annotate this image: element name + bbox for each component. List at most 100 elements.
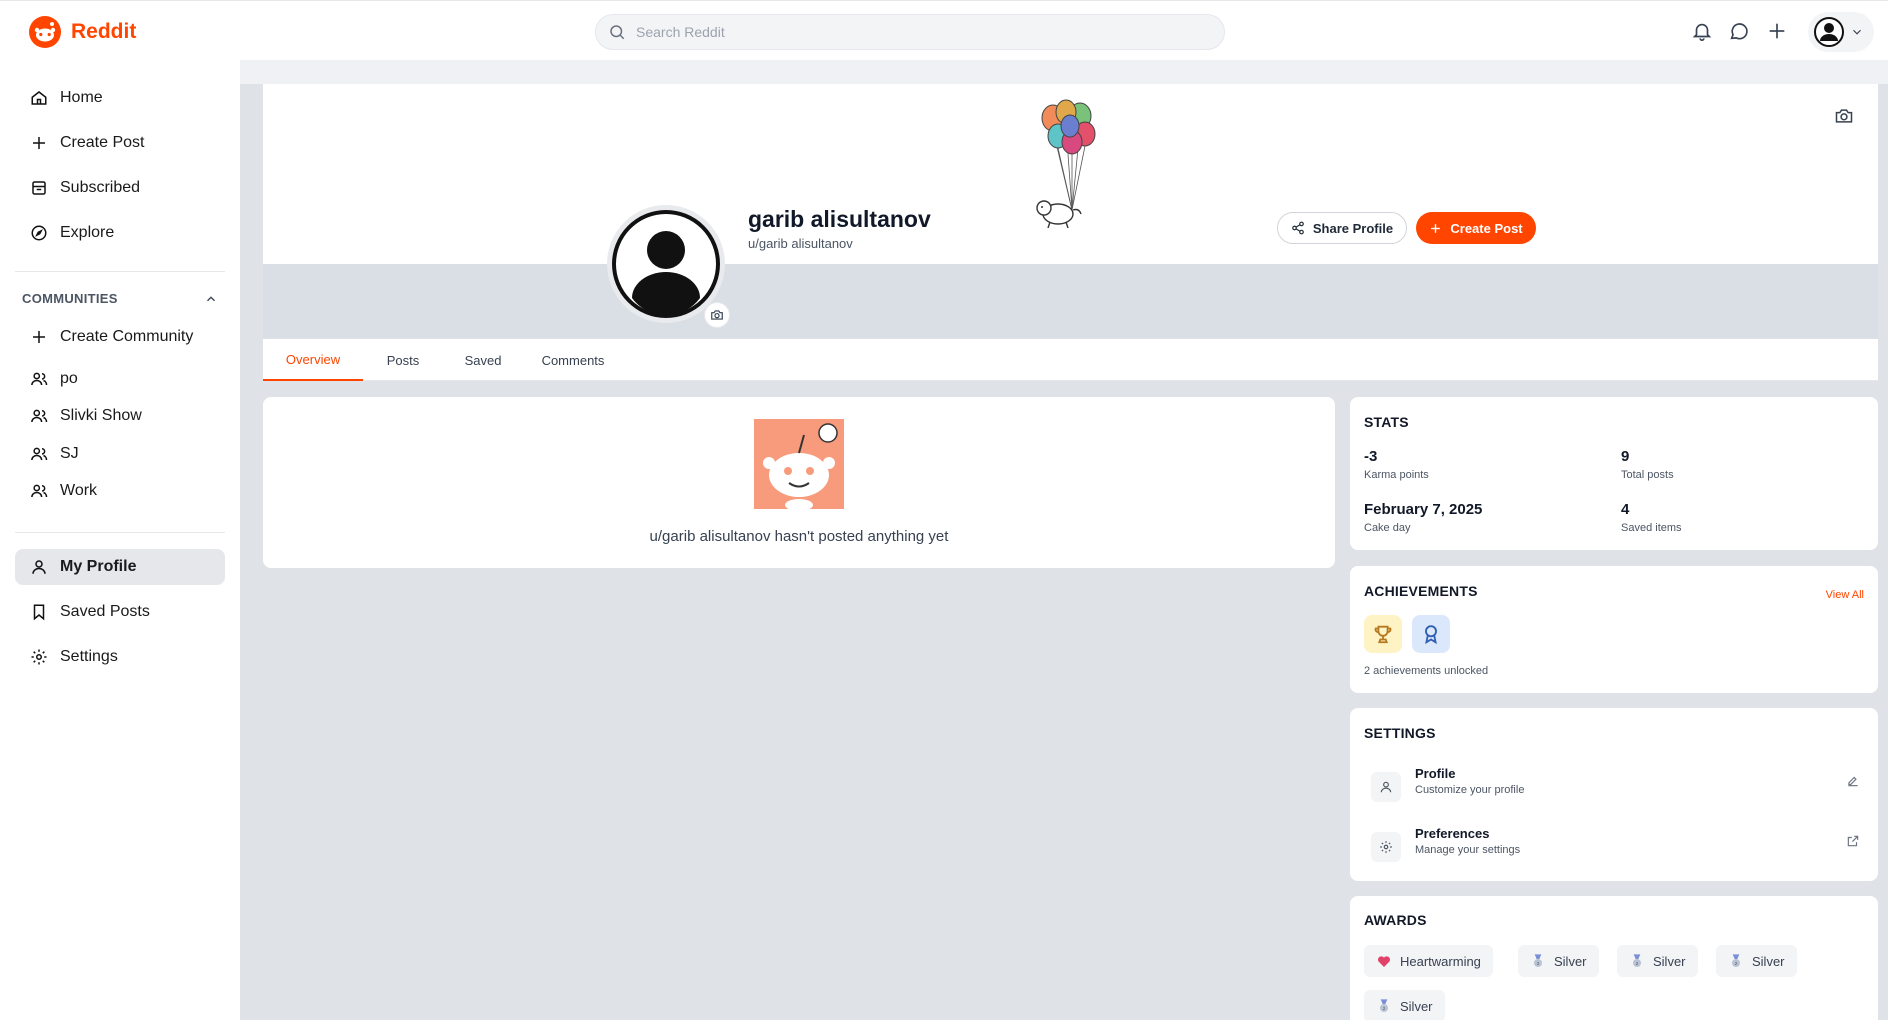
sidebar-item-label: Subscribed (60, 179, 141, 196)
sidebar-item-create-community[interactable]: Create Community (15, 319, 225, 355)
edit-icon[interactable] (1846, 774, 1860, 788)
create-post-label: Create Post (1450, 220, 1523, 236)
inbox-icon (32, 181, 46, 195)
sidebar-item-saved-posts[interactable]: Saved Posts (15, 594, 225, 630)
ribbon-achievement[interactable] (1412, 615, 1450, 653)
user-menu[interactable] (1808, 12, 1874, 52)
karma-value: -3 (1364, 448, 1378, 465)
award-label: Heartwarming (1400, 953, 1481, 969)
user-icon (32, 560, 46, 574)
avatar-camera-button[interactable] (704, 302, 730, 328)
sidebar-item-community[interactable]: Work (15, 473, 225, 509)
settings-item-preferences[interactable]: Preferences Manage your settings (1364, 824, 1864, 868)
reddit-logo[interactable]: Reddit (29, 16, 136, 48)
sidebar-item-label: Home (60, 89, 103, 106)
camera-icon[interactable] (1834, 106, 1854, 126)
sidebar-item-subscribed[interactable]: Subscribed (15, 170, 225, 206)
sidebar-item-label: Settings (60, 648, 118, 665)
award-silver[interactable]: 2 Silver (1617, 945, 1698, 977)
ribbon-icon (1425, 625, 1437, 645)
saved-items-label: Saved items (1621, 522, 1682, 534)
sidebar-item-label: po (60, 370, 78, 387)
notifications-button[interactable] (1688, 17, 1716, 45)
gear-icon (1380, 841, 1392, 853)
sidebar-item-explore[interactable]: Explore (15, 215, 225, 251)
settings-item-subtitle: Customize your profile (1415, 784, 1525, 796)
medal-icon: 2 (1732, 954, 1740, 967)
search-bar[interactable] (595, 14, 1225, 50)
cake-day-value: February 7, 2025 (1364, 501, 1483, 518)
tab-saved[interactable]: Saved (443, 339, 523, 381)
medal-icon: 2 (1380, 999, 1388, 1012)
reddit-logo-icon (29, 16, 61, 48)
search-input[interactable] (636, 24, 1196, 40)
bell-icon (1692, 23, 1712, 41)
users-icon (31, 447, 48, 461)
external-link-icon[interactable] (1846, 834, 1860, 848)
snoo-illustration (754, 419, 844, 509)
profile-tabs: Overview Posts Saved Comments (263, 339, 1878, 381)
profile-display-name: garib alisultanov (748, 206, 931, 232)
sidebar-item-label: Create Community (60, 328, 194, 345)
chevron-down-icon (1853, 29, 1861, 35)
settings-item-title: Profile (1415, 766, 1456, 781)
camera-icon (711, 310, 723, 320)
achievements-summary: 2 achievements unlocked (1364, 665, 1489, 677)
sidebar-item-community[interactable]: Slivki Show (15, 398, 225, 434)
tab-comments[interactable]: Comments (523, 339, 623, 381)
create-post-button[interactable]: Create Post (1416, 212, 1536, 244)
user-avatar-icon (612, 210, 720, 318)
achievements-title: ACHIEVEMENTS (1364, 583, 1478, 599)
settings-title: SETTINGS (1364, 725, 1436, 741)
sidebar-divider (15, 532, 225, 533)
sidebar-item-settings[interactable]: Settings (15, 639, 225, 675)
svg-text:2: 2 (1636, 961, 1639, 966)
communities-header[interactable]: COMMUNITIES (22, 291, 218, 306)
awards-card: AWARDS Heartwarming 2 Silver 2 Silver 2 … (1350, 896, 1878, 1020)
sidebar-item-label: Slivki Show (60, 407, 142, 424)
award-label: Silver (1653, 953, 1686, 969)
tab-posts[interactable]: Posts (363, 339, 443, 381)
sidebar-divider (15, 271, 225, 272)
sidebar-item-my-profile[interactable]: My Profile (15, 549, 225, 585)
view-all-link[interactable]: View All (1826, 589, 1864, 601)
gear-icon-box (1371, 832, 1401, 862)
trophy-achievement[interactable] (1364, 615, 1402, 653)
stats-title: STATS (1364, 414, 1409, 430)
sidebar-item-label: Saved Posts (60, 603, 150, 620)
tab-overview[interactable]: Overview (263, 339, 363, 381)
award-silver[interactable]: 2 Silver (1716, 945, 1797, 977)
share-profile-label: Share Profile (1312, 220, 1394, 236)
svg-text:2: 2 (1537, 961, 1540, 966)
sidebar-item-community[interactable]: po (15, 361, 225, 397)
snoo-icon (754, 419, 844, 509)
sidebar-item-community[interactable]: SJ (15, 436, 225, 472)
sidebar: Home Create Post Subscribed Explore COMM… (0, 60, 240, 1020)
posts-label: Total posts (1621, 469, 1674, 481)
settings-item-title: Preferences (1415, 826, 1490, 841)
award-heartwarming[interactable]: Heartwarming (1364, 945, 1493, 977)
sidebar-item-label: Explore (60, 224, 115, 241)
settings-item-profile[interactable]: Profile Customize your profile (1364, 764, 1864, 808)
sidebar-item-create-post[interactable]: Create Post (15, 125, 225, 161)
plus-icon (1769, 23, 1785, 39)
award-silver[interactable]: 2 Silver (1518, 945, 1599, 977)
top-header: Reddit (0, 0, 1888, 60)
empty-state-text: u/garib alisultanov hasn't posted anythi… (649, 528, 949, 545)
award-label: Silver (1554, 953, 1587, 969)
profile-handle: u/garib alisultanov (748, 236, 853, 251)
bookmark-icon (33, 604, 45, 621)
posts-value: 9 (1621, 448, 1630, 465)
create-button[interactable] (1763, 17, 1791, 45)
heart-icon (1378, 956, 1390, 967)
sidebar-item-label: SJ (60, 445, 79, 462)
cover-strip (263, 264, 1878, 338)
chat-icon (1730, 23, 1748, 40)
award-silver[interactable]: 2 Silver (1364, 990, 1445, 1020)
sidebar-item-home[interactable]: Home (15, 80, 225, 116)
chat-button[interactable] (1725, 17, 1753, 45)
medal-icon: 2 (1534, 954, 1542, 967)
award-label: Silver (1752, 953, 1785, 969)
award-label: Silver (1400, 998, 1433, 1014)
share-profile-button[interactable]: Share Profile (1277, 212, 1407, 244)
